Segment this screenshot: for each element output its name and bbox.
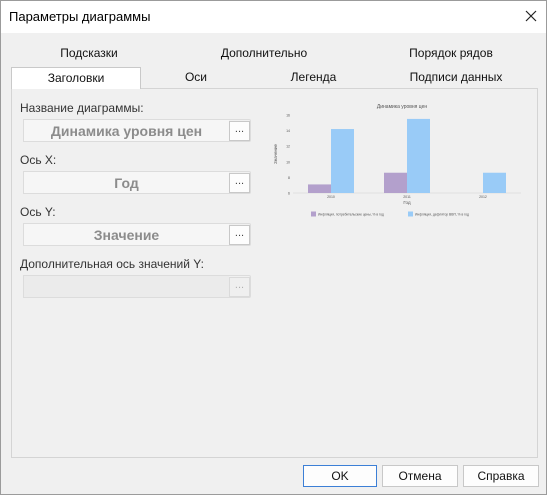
bar-1-1 (407, 118, 430, 193)
chart-title-browse-button[interactable]: ... (229, 121, 250, 141)
title-bar: Параметры диаграммы (1, 1, 546, 33)
tab-axes[interactable]: Оси (166, 67, 226, 87)
legend-swatch-0 (311, 211, 316, 217)
y-axis-browse-button[interactable]: ... (229, 225, 250, 245)
bar-0-1 (384, 172, 407, 193)
y-tick-label: 8 (288, 176, 290, 180)
bar-1-2 (483, 172, 506, 193)
tab-legend[interactable]: Легенда (276, 67, 351, 87)
tab-series-order[interactable]: Порядок рядов (396, 43, 506, 63)
bar-0-0 (308, 184, 331, 193)
y-tick-label: 6 (288, 192, 290, 196)
x-axis-field[interactable]: Год (23, 171, 229, 194)
chart-title: Динамика уровня цен (377, 104, 428, 110)
legend-label-1: Инфляция, дефлятор ВВП, % в год (415, 213, 469, 217)
close-icon (525, 10, 537, 22)
legend-label-0: Инфляция, потребительские цены, % в год (318, 213, 384, 217)
close-button[interactable] (516, 1, 546, 31)
x-tick-label: 2010 (327, 195, 335, 199)
ok-button[interactable]: OK (303, 465, 377, 487)
chart-ylabel: Значение (273, 144, 278, 164)
y-axis-label: Ось Y: (20, 205, 56, 219)
tab-additional[interactable]: Дополнительно (209, 43, 319, 63)
chart-xlabel: Год (403, 200, 411, 205)
y-tick-label: 12 (286, 145, 290, 149)
extra-axis-browse-button: ... (229, 277, 250, 297)
y-tick-label: 10 (286, 160, 290, 164)
chart-preview: Динамика уровня цен Значение Год 16 14 12 10 8 6… (273, 101, 531, 229)
x-tick-label: 2012 (479, 195, 487, 199)
tab-data-labels[interactable]: Подписи данных (401, 67, 511, 87)
chart-title-field[interactable]: Динамика уровня цен (23, 119, 229, 142)
chart-title-label: Название диаграммы: (20, 101, 144, 115)
chart-settings-dialog: Параметры диаграммы Подсказки Дополнител… (0, 0, 547, 495)
x-tick-label: 2011 (403, 195, 411, 199)
tab-tooltips[interactable]: Подсказки (49, 43, 129, 63)
tab-titles[interactable]: Заголовки (11, 67, 141, 89)
y-tick-label: 16 (286, 114, 290, 118)
dialog-title: Параметры диаграммы (9, 9, 151, 24)
legend-swatch-1 (408, 211, 413, 217)
x-axis-browse-button[interactable]: ... (229, 173, 250, 193)
extra-axis-field (23, 275, 229, 298)
y-axis-field[interactable]: Значение (23, 223, 229, 246)
y-tick-label: 14 (286, 129, 290, 133)
bar-1-0 (331, 129, 354, 193)
cancel-button[interactable]: Отмена (382, 465, 458, 487)
x-axis-label: Ось X: (20, 153, 57, 167)
extra-axis-label: Дополнительная ось значений Y: (20, 257, 204, 271)
help-button[interactable]: Справка (463, 465, 539, 487)
